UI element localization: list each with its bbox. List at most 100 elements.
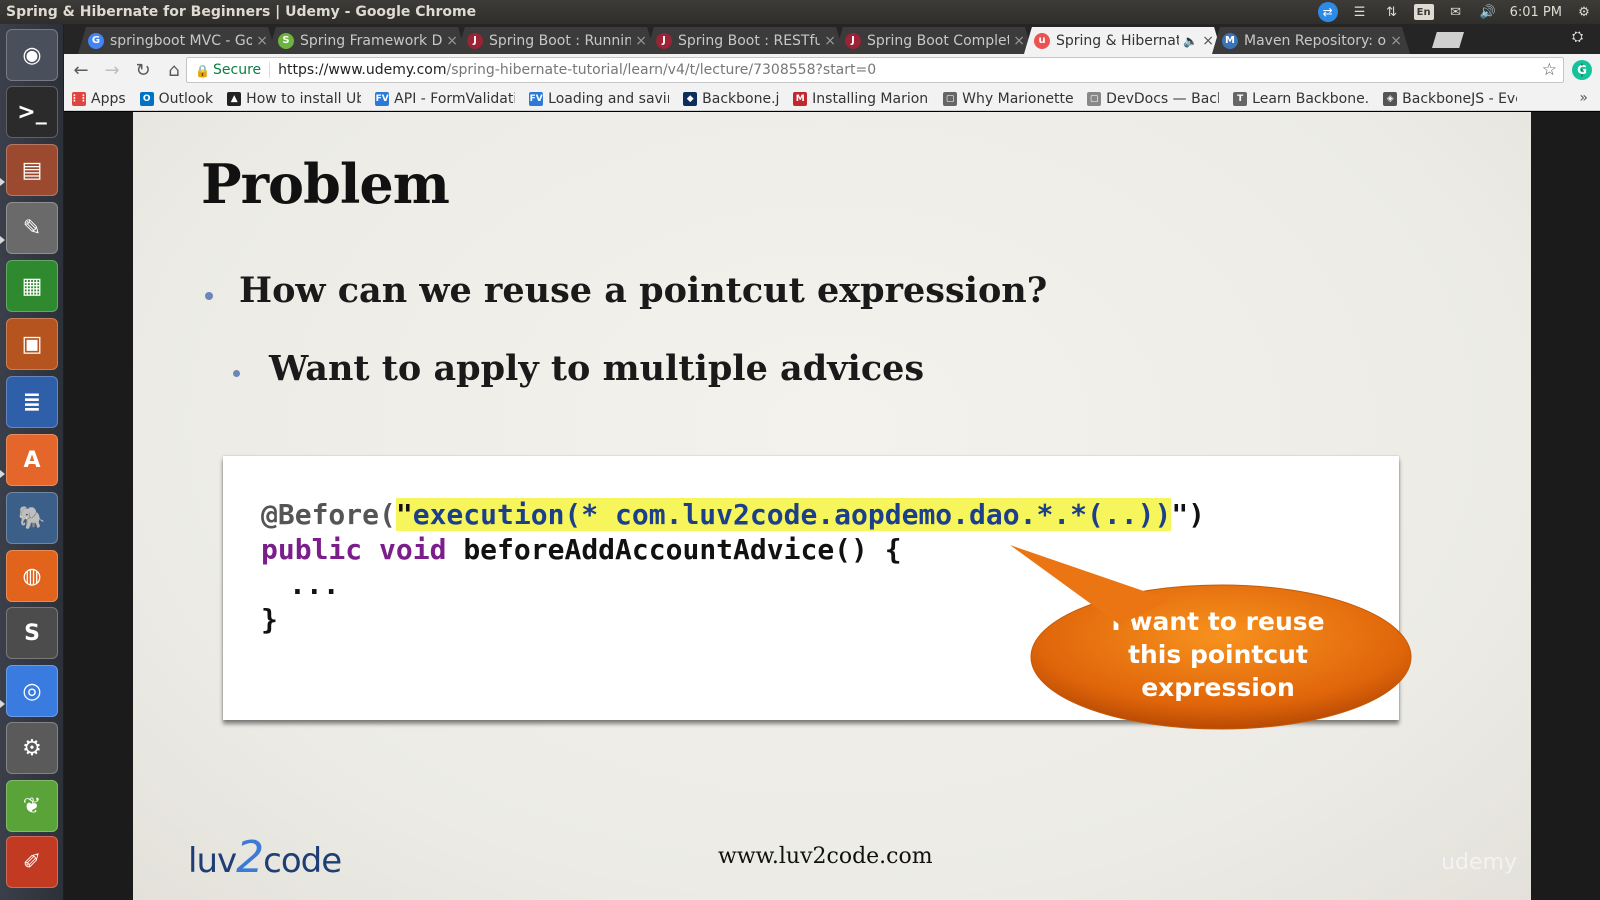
launcher-files-icon[interactable]: ▤	[6, 144, 58, 196]
bookmark-favicon-icon: O	[139, 91, 154, 106]
code-line-method: public void beforeAddAccountAdvice() {	[261, 533, 902, 566]
new-tab-button[interactable]	[1432, 32, 1464, 48]
bookmark-item[interactable]: ▲ How to install Ubu	[227, 91, 361, 107]
favicon-icon: J	[656, 32, 672, 49]
favicon-icon: S	[278, 32, 294, 49]
launcher-pgadmin-icon[interactable]: 🐘	[6, 492, 58, 544]
bookmark-label: Learn Backbone.js	[1252, 90, 1370, 107]
tab[interactable]: Gspringboot MVC - Go ×	[78, 27, 276, 54]
tab[interactable]: J Spring Boot : RESTful ×	[646, 27, 844, 54]
bookmark-item[interactable]: FV Loading and savin	[529, 91, 669, 107]
code-keyword-void: void	[379, 533, 447, 566]
launcher-sublime-text-icon[interactable]: S	[6, 607, 58, 659]
code-line-annotation: @Before("execution(* com.luv2code.aopdem…	[261, 498, 1205, 531]
bookmark-label: Loading and savin	[548, 90, 670, 107]
launcher-chrome-icon[interactable]: ◎	[6, 665, 58, 717]
bookmark-item[interactable]: ▢ Why Marionette?	[943, 91, 1073, 107]
indicator-list-icon[interactable]: ☰	[1350, 3, 1370, 21]
launcher-firefox-icon[interactable]: ◍	[6, 550, 58, 602]
bookmark-label: Backbone.js	[702, 90, 780, 107]
udemy-watermark: udemy	[1441, 850, 1517, 875]
bookmark-item[interactable]: ⋮⋮ Apps	[72, 91, 126, 107]
callout-pointer	[1010, 545, 1170, 625]
bookmarks-bar: ⋮⋮Apps O Outlook ▲ How to install Ubu FV API -…	[64, 87, 1600, 111]
launcher-system-settings-icon[interactable]: ✎	[6, 202, 58, 254]
network-icon[interactable]: ⇅	[1382, 3, 1402, 21]
volume-icon[interactable]: 🔊	[1478, 3, 1498, 21]
tab-title: Spring Framework Do	[300, 32, 443, 49]
callout-line: this pointcut	[1128, 640, 1308, 669]
tab-active[interactable]: u Spring & Hibernate 🔈 ×	[1024, 27, 1222, 54]
launcher-terminal-icon[interactable]: >_	[6, 86, 58, 138]
close-icon[interactable]: ×	[446, 33, 458, 49]
launcher-libreoffice-calc-icon[interactable]: ▦	[6, 260, 58, 312]
favicon-icon: J	[845, 32, 861, 49]
close-icon[interactable]: ×	[635, 33, 647, 49]
chevron-right-icon[interactable]: »	[1579, 90, 1588, 106]
launcher-eclipse-java-ee-icon[interactable]: ⚙	[6, 722, 58, 774]
launcher-ubuntu-dash-icon[interactable]: ◉	[6, 29, 58, 81]
back-arrow-icon[interactable]: ←	[67, 57, 95, 85]
running-indicator	[0, 178, 5, 186]
window-title: Spring & Hibernate for Beginners | Udemy…	[6, 4, 477, 20]
tab[interactable]: J Spring Boot : Runnin ×	[457, 27, 655, 54]
callout-line: expression	[1141, 673, 1295, 702]
bookmark-item[interactable]: ◈ BackboneJS - Even	[1383, 91, 1517, 107]
home-icon[interactable]: ⌂	[160, 57, 188, 85]
bookmark-item[interactable]: FV API - FormValidati	[375, 91, 515, 107]
keyboard-layout-indicator[interactable]: En	[1413, 4, 1434, 20]
favicon-icon: u	[1034, 32, 1050, 49]
url-separator	[269, 62, 271, 78]
clock[interactable]: 6:01 PM	[1510, 5, 1562, 20]
close-icon[interactable]: ×	[256, 33, 268, 49]
browser-window: Gspringboot MVC - Go × S Spring Framework D…	[64, 24, 1600, 900]
tab-title: Spring Boot Complet	[867, 32, 1010, 49]
bookmark-item[interactable]: O Outlook	[139, 91, 213, 107]
unity-launcher: ◉ >_ ▤ ✎ ▦ ▣ ≣ A 🐘 ◍ S ◎ ⚙ ❦ ✐	[0, 24, 64, 900]
bookmark-item[interactable]: ◆ Backbone.js	[683, 91, 779, 107]
menu-icon[interactable]: ⋮	[1574, 60, 1590, 79]
close-icon[interactable]: ×	[1013, 33, 1025, 49]
close-icon[interactable]: ×	[1202, 33, 1214, 49]
launcher-spring-tool-suite-icon[interactable]: ❦	[6, 780, 58, 832]
code-method-signature: beforeAddAccountAdvice() {	[463, 533, 902, 566]
bookmark-favicon-icon: ▢	[943, 91, 958, 106]
running-indicator	[0, 236, 5, 244]
audio-icon[interactable]: 🔈	[1183, 34, 1198, 48]
tab[interactable]: J Spring Boot Complet ×	[835, 27, 1033, 54]
launcher-libreoffice-writer-icon[interactable]: ≣	[6, 376, 58, 428]
profile-icon[interactable]: ⛭	[1572, 29, 1590, 47]
address-bar[interactable]: 🔒 Secure https://www.udemy.com/spring-hi…	[186, 57, 1564, 83]
bookmark-label: BackboneJS - Even	[1402, 90, 1517, 107]
close-icon[interactable]: ×	[1390, 33, 1402, 49]
bookmark-item[interactable]: M Installing Marione	[793, 91, 929, 107]
launcher-editor-icon[interactable]: ✐	[6, 836, 58, 888]
logo-part: luv	[188, 841, 237, 881]
code-keyword-public: public	[261, 533, 363, 566]
bookmark-favicon-icon: M	[793, 91, 808, 106]
star-icon[interactable]: ☆	[1542, 60, 1557, 80]
launcher-software-center-icon[interactable]: A	[6, 434, 58, 486]
close-icon[interactable]: ×	[824, 33, 836, 49]
page-viewport: Problem How can we reuse a pointcut expr…	[64, 112, 1600, 900]
launcher-libreoffice-impress-icon[interactable]: ▣	[6, 318, 58, 370]
bookmark-item[interactable]: T Learn Backbone.js	[1233, 91, 1369, 107]
slide-title: Problem	[201, 152, 450, 216]
favicon-icon: J	[467, 32, 483, 49]
teamviewer-icon[interactable]: ⇄	[1317, 2, 1338, 22]
browser-toolbar: ← → ↻ ⌂ 🔒 Secure https://www.udemy.com/s…	[64, 54, 1600, 87]
bullet-sub: Want to apply to multiple advices	[269, 348, 925, 389]
bookmark-favicon-icon: T	[1233, 91, 1248, 106]
code-line-close: }	[261, 603, 278, 636]
tab[interactable]: M Maven Repository: o ×	[1212, 27, 1410, 54]
forward-arrow-icon[interactable]: →	[98, 57, 126, 85]
lecture-slide: Problem How can we reuse a pointcut expr…	[133, 112, 1531, 900]
tab[interactable]: S Spring Framework Do ×	[268, 27, 466, 54]
bullet-dot	[205, 292, 213, 300]
bullet-main: How can we reuse a pointcut expression?	[239, 270, 1048, 311]
gear-icon[interactable]: ⚙	[1574, 3, 1594, 21]
bookmark-item[interactable]: ▢ DevDocs — Backb	[1087, 91, 1219, 107]
reload-icon[interactable]: ↻	[129, 57, 157, 85]
mail-icon[interactable]: ✉	[1446, 3, 1466, 21]
code-line-body: ...	[289, 568, 340, 601]
